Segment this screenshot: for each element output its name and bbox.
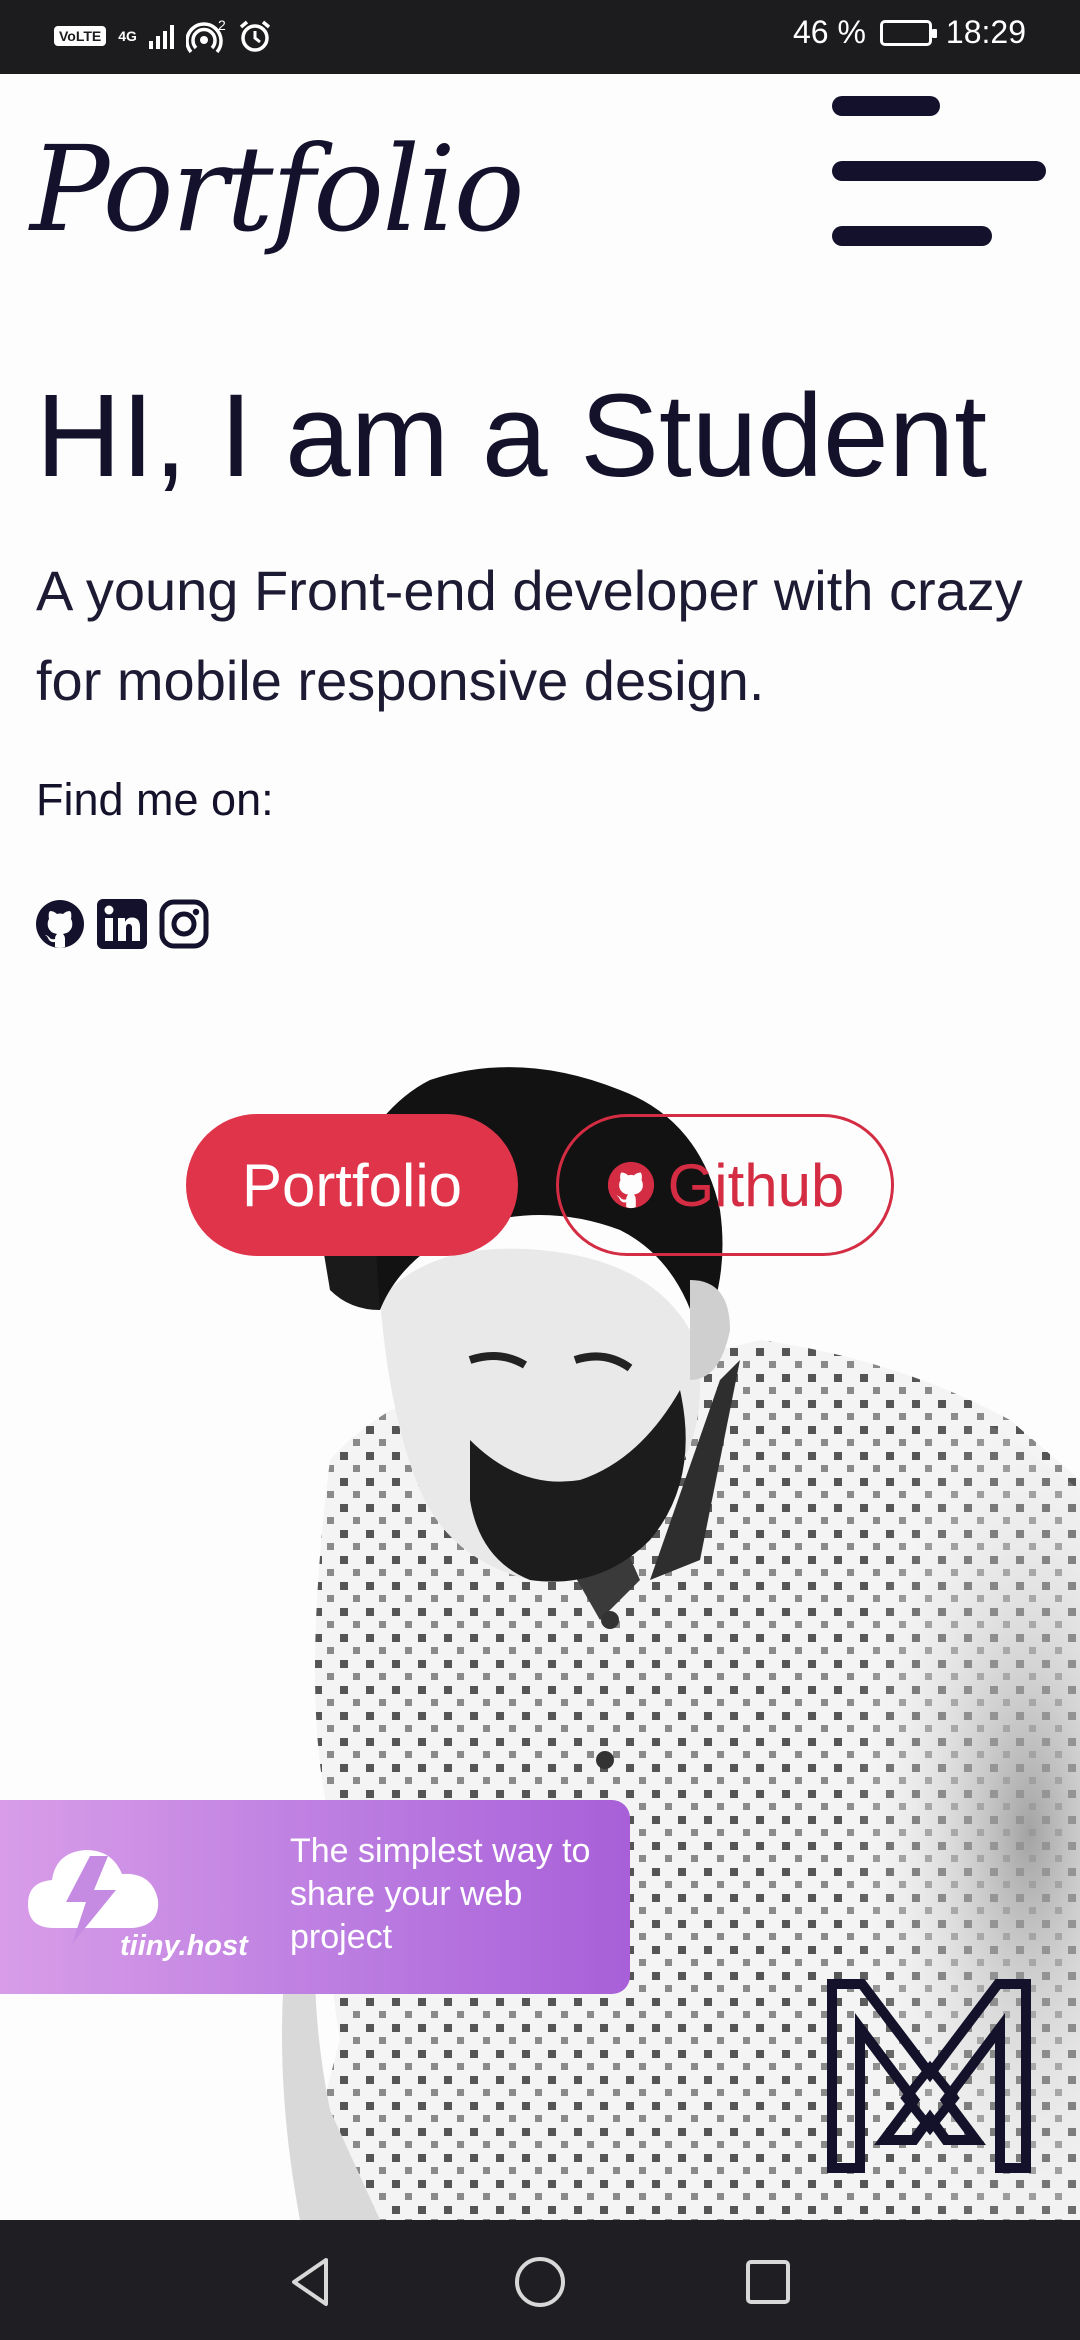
social-links	[34, 898, 210, 950]
battery-icon	[879, 19, 937, 46]
alarm-icon	[239, 20, 271, 52]
system-nav-bar	[0, 2220, 1080, 2340]
menu-bar-top	[832, 96, 940, 116]
github-icon[interactable]	[34, 898, 86, 950]
monogram-logo	[827, 1979, 1031, 2173]
linkedin-icon[interactable]	[96, 898, 148, 950]
clock: 18:29	[945, 14, 1026, 50]
banner-text: The simplest way to share your web proje…	[290, 1832, 591, 1956]
hotspot-count: 2	[218, 18, 226, 33]
recents-square-icon[interactable]	[736, 2250, 800, 2314]
brand-logo[interactable]: Portfolio	[30, 120, 525, 258]
hero-subtitle: A young Front-end developer with crazy f…	[36, 546, 1046, 726]
menu-bar-bottom	[832, 226, 992, 246]
signal-icon	[148, 23, 174, 49]
github-icon	[607, 1161, 654, 1209]
status-right: 46 % 18:29	[793, 14, 1026, 51]
status-indicators: VoLTE 4G 2	[54, 18, 272, 54]
github-button-label: Github	[667, 1151, 845, 1219]
menu-bar-middle	[832, 161, 1046, 181]
network-type: 4G	[118, 28, 137, 44]
volte-badge: VoLTE	[54, 26, 107, 46]
status-bar: VoLTE 4G 2 46 % 18:29	[0, 0, 1080, 74]
hero-title: HI, I am a Student	[36, 370, 988, 502]
hero-subtitle-highlight: Front-end	[253, 559, 497, 622]
github-button[interactable]: Github	[556, 1114, 894, 1256]
home-circle-icon[interactable]	[508, 2250, 572, 2314]
instagram-icon[interactable]	[158, 898, 210, 950]
hotspot-icon: 2	[185, 18, 226, 54]
tiiny-host-brand: tiiny.host	[120, 1930, 248, 1962]
menu-button[interactable]	[832, 96, 1046, 246]
portfolio-button[interactable]: Portfolio	[186, 1114, 518, 1256]
find-me-label: Find me on:	[36, 774, 274, 825]
hero-subtitle-prefix: A young	[36, 559, 254, 622]
battery-percent: 46 %	[792, 14, 866, 50]
back-triangle-icon[interactable]	[278, 2250, 342, 2314]
tiiny-host-banner[interactable]: tiiny.host The simplest way to share you…	[0, 1800, 630, 1994]
